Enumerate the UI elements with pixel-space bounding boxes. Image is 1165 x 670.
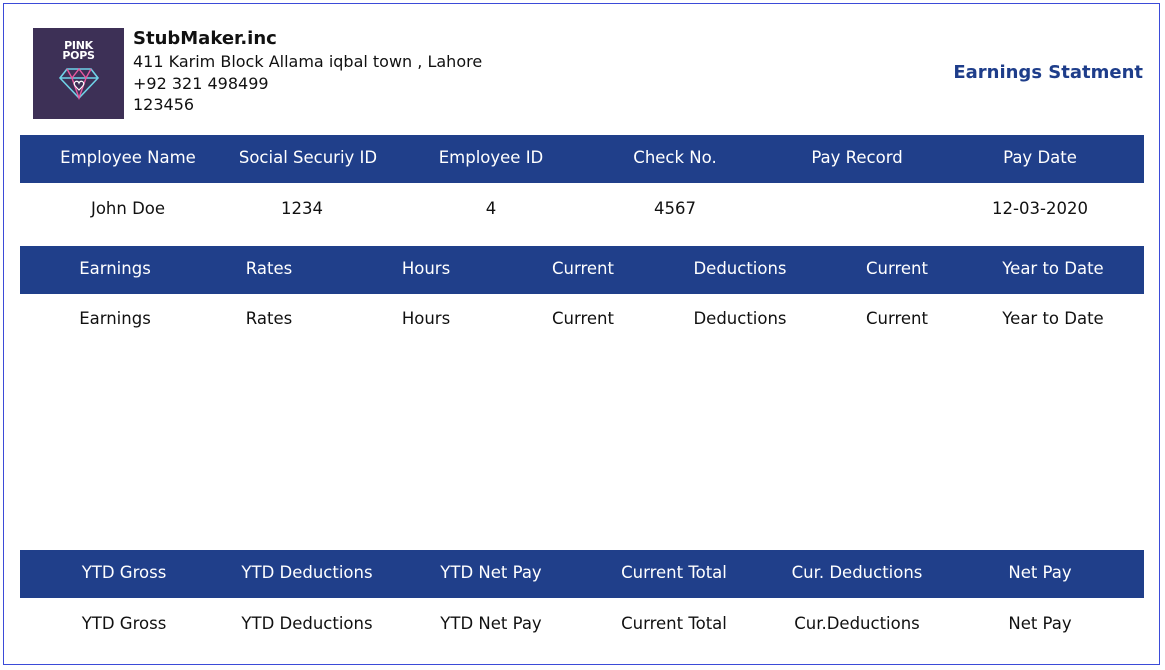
pay-date-value: 12-03-2020 (992, 199, 1088, 218)
column-header-current: Current (552, 259, 614, 278)
statement-title: Earnings Statment (953, 62, 1143, 83)
ytd-net-pay-value: YTD Net Pay (440, 614, 542, 633)
column-header-year-to-date: Year to Date (1002, 259, 1104, 278)
column-header-pay-record: Pay Record (811, 148, 903, 167)
ytd-deductions-value: YTD Deductions (241, 614, 373, 633)
cur-deductions-value: Cur.Deductions (794, 614, 920, 633)
deductions-value: Deductions (693, 309, 787, 328)
logo-text-line2: POPS (62, 49, 95, 62)
column-header-rates: Rates (245, 259, 293, 278)
column-header-ytd-deductions: YTD Deductions (241, 563, 373, 582)
year-to-date-value: Year to Date (1002, 309, 1104, 328)
company-address: 411 Karim Block Allama iqbal town , Laho… (133, 52, 483, 71)
net-pay-value: Net Pay (1008, 614, 1072, 633)
company-phone: +92 321 498499 (133, 73, 269, 93)
column-header-current-deductions: Current (866, 259, 928, 278)
earnings-statement-page: PINK POPS StubMaker.inc 411 Karim Block … (3, 3, 1160, 665)
column-header-employee-name: Employee Name (60, 148, 196, 167)
column-header-current-total: Current Total (621, 563, 727, 582)
totals-header-row: YTD Gross YTD Deductions YTD Net Pay Cur… (20, 550, 1144, 598)
social-security-id-value: 1234 (281, 199, 323, 218)
hours-value: Hours (401, 309, 451, 328)
employee-header-row: Employee Name Social Securiy ID Employee… (20, 135, 1144, 183)
column-header-pay-date: Pay Date (1003, 148, 1077, 167)
employee-id-value: 4 (485, 199, 497, 218)
column-header-social-security-id: Social Securiy ID (238, 148, 378, 167)
column-header-earnings: Earnings (79, 259, 151, 278)
current-deductions-value: Current (866, 309, 928, 328)
earnings-data-row: Earnings Rates Hours Current Deductions … (20, 309, 1144, 339)
diamond-heart-icon (58, 67, 99, 101)
totals-data-row: YTD Gross YTD Deductions YTD Net Pay Cur… (20, 614, 1144, 644)
current-value: Current (552, 309, 614, 328)
column-header-hours: Hours (401, 259, 451, 278)
check-no-value: 4567 (654, 199, 696, 218)
employee-data-row: John Doe 1234 4 4567 12-03-2020 (20, 199, 1144, 229)
earnings-header-row: Earnings Rates Hours Current Deductions … (20, 246, 1144, 294)
employee-name-value: John Doe (90, 199, 166, 218)
company-code: 123456 (133, 95, 195, 114)
current-total-value: Current Total (621, 614, 727, 633)
company-logo: PINK POPS (33, 28, 124, 119)
column-header-deductions: Deductions (693, 259, 787, 278)
column-header-ytd-gross: YTD Gross (81, 563, 167, 582)
column-header-check-no: Check No. (633, 148, 717, 167)
company-name: StubMaker.inc (133, 28, 277, 49)
column-header-cur-deductions: Cur. Deductions (791, 563, 923, 582)
rates-value: Rates (245, 309, 293, 328)
company-info: StubMaker.inc 411 Karim Block Allama iqb… (133, 27, 482, 116)
earnings-value: Earnings (79, 309, 151, 328)
column-header-net-pay: Net Pay (1008, 563, 1072, 582)
column-header-ytd-net-pay: YTD Net Pay (440, 563, 542, 582)
ytd-gross-value: YTD Gross (81, 614, 167, 633)
column-header-employee-id: Employee ID (438, 148, 544, 167)
